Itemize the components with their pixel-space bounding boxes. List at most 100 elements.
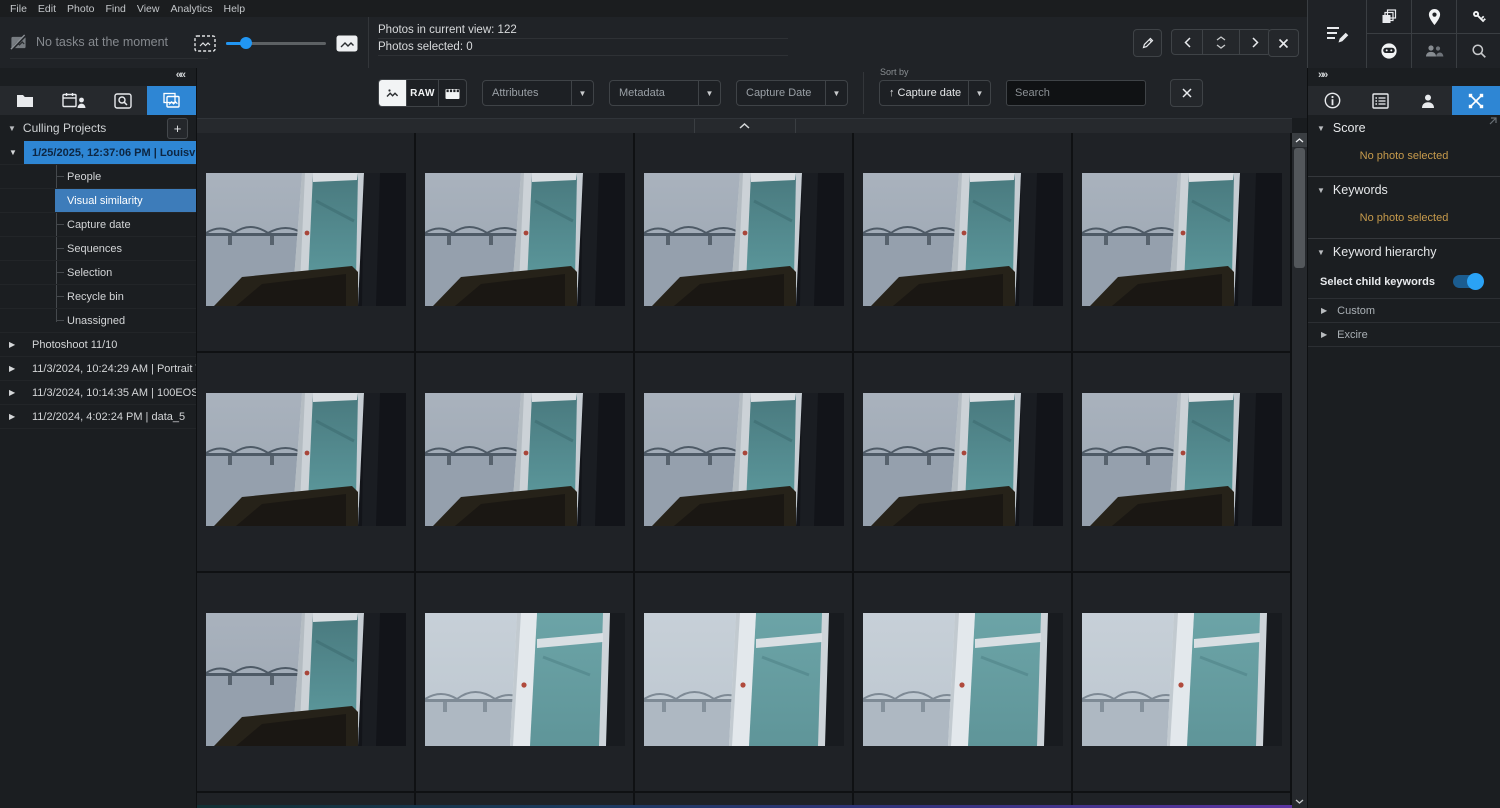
- people-button[interactable]: [1411, 34, 1456, 68]
- photo-thumbnail[interactable]: [1082, 613, 1282, 746]
- chevron-down-icon[interactable]: ▼: [968, 81, 990, 105]
- filter-images-button[interactable]: [379, 80, 406, 106]
- clear-filter-button[interactable]: [1170, 79, 1203, 107]
- menu-item[interactable]: Find: [105, 3, 125, 15]
- tab-similarity[interactable]: [1452, 86, 1500, 115]
- score-section-header[interactable]: ▼ Score: [1308, 115, 1500, 141]
- tree-project[interactable]: ▶ 11/3/2024, 10:14:35 AM | 100EOS_R: [0, 381, 196, 405]
- photo-thumbnail[interactable]: [644, 173, 844, 306]
- photo-thumbnail[interactable]: [206, 393, 406, 526]
- nav-next-button[interactable]: [1240, 30, 1270, 54]
- scroll-down-button[interactable]: [1292, 794, 1307, 808]
- photo-cell[interactable]: [854, 133, 1073, 353]
- tree-item[interactable]: Selection: [0, 261, 196, 285]
- tab-folders[interactable]: [0, 86, 49, 115]
- tree-item[interactable]: Unassigned: [0, 309, 196, 333]
- chevron-right-icon[interactable]: ▶: [1321, 330, 1327, 339]
- metadata-dropdown[interactable]: Metadata ▼: [609, 80, 721, 106]
- thumb-large-icon[interactable]: [336, 35, 358, 52]
- attributes-dropdown[interactable]: Attributes ▼: [482, 80, 594, 106]
- collapse-filterbar-button[interactable]: [694, 119, 796, 133]
- keyword-hierarchy-header[interactable]: ▼ Keyword hierarchy: [1308, 239, 1500, 265]
- ai-assistant-button[interactable]: [1366, 34, 1411, 68]
- location-button[interactable]: [1411, 0, 1456, 34]
- edit-button[interactable]: [1133, 29, 1162, 57]
- photo-thumbnail[interactable]: [863, 393, 1063, 526]
- photo-thumbnail[interactable]: [1082, 393, 1282, 526]
- notes-edit-button[interactable]: [1308, 0, 1366, 68]
- slider-knob[interactable]: [240, 37, 252, 49]
- photo-cell[interactable]: [1073, 573, 1292, 793]
- chevron-down-icon[interactable]: ▼: [1317, 248, 1325, 257]
- collapse-right-icon[interactable]: »»: [1318, 69, 1326, 81]
- tab-info[interactable]: [1308, 86, 1356, 115]
- photo-thumbnail[interactable]: [206, 613, 406, 746]
- photo-cell[interactable]: [635, 573, 854, 793]
- scroll-up-button[interactable]: [1292, 133, 1307, 147]
- photo-cell[interactable]: [416, 133, 635, 353]
- chevron-right-icon[interactable]: ▶: [0, 412, 24, 421]
- tree-item[interactable]: Sequences: [0, 237, 196, 261]
- keyword-hierarchy-item[interactable]: ▶ Custom: [1308, 298, 1500, 322]
- photo-thumbnail[interactable]: [425, 393, 625, 526]
- menu-item[interactable]: Edit: [38, 3, 56, 15]
- photo-cell[interactable]: [1073, 133, 1292, 353]
- photo-cell[interactable]: [635, 133, 854, 353]
- close-view-button[interactable]: [1268, 29, 1299, 57]
- chevron-down-icon[interactable]: ▼: [1317, 186, 1325, 195]
- search-input[interactable]: [1006, 80, 1146, 106]
- chevron-down-icon[interactable]: ▼: [8, 124, 16, 133]
- chevron-right-icon[interactable]: ▶: [0, 340, 24, 349]
- keyword-hierarchy-item[interactable]: ▶ Excire: [1308, 322, 1500, 347]
- tab-metadata-table[interactable]: [1356, 86, 1404, 115]
- nav-updown-button[interactable]: [1202, 30, 1240, 54]
- chevron-down-icon[interactable]: ▼: [825, 81, 847, 105]
- photo-thumbnail[interactable]: [644, 393, 844, 526]
- nav-prev-button[interactable]: [1172, 30, 1202, 54]
- chevron-right-icon[interactable]: ▶: [0, 364, 24, 373]
- photo-cell[interactable]: [416, 573, 635, 793]
- filter-raw-button[interactable]: RAW: [406, 80, 438, 106]
- toggle-knob[interactable]: [1467, 273, 1484, 290]
- photo-thumbnail[interactable]: [1082, 173, 1282, 306]
- menu-item[interactable]: File: [10, 3, 27, 15]
- keywords-button[interactable]: [1456, 0, 1500, 34]
- photo-thumbnail[interactable]: [863, 613, 1063, 746]
- chevron-right-icon[interactable]: ▶: [0, 388, 24, 397]
- grid-scrollbar[interactable]: [1292, 133, 1307, 808]
- photo-cell[interactable]: [854, 573, 1073, 793]
- photo-cell[interactable]: [1073, 353, 1292, 573]
- thumbnail-size-slider[interactable]: [226, 37, 326, 49]
- collapse-left-icon[interactable]: ««: [176, 69, 184, 81]
- sort-dropdown[interactable]: ↑ Capture date ▼: [879, 80, 991, 106]
- chevron-right-icon[interactable]: ▶: [1321, 306, 1327, 315]
- tab-people[interactable]: [1404, 86, 1452, 115]
- photo-thumbnail[interactable]: [425, 613, 625, 746]
- menu-item[interactable]: Photo: [67, 3, 94, 15]
- photo-thumbnail[interactable]: [206, 173, 406, 306]
- menu-item[interactable]: Help: [224, 3, 246, 15]
- menu-item[interactable]: View: [137, 3, 160, 15]
- tree-project[interactable]: ▶ 11/2/2024, 4:02:24 PM | data_5: [0, 405, 196, 429]
- chevron-down-icon[interactable]: ▼: [571, 81, 593, 105]
- add-project-button[interactable]: +: [167, 118, 188, 139]
- tree-item[interactable]: Recycle bin: [0, 285, 196, 309]
- menu-item[interactable]: Analytics: [170, 3, 212, 15]
- tree-project[interactable]: ▶ 11/3/2024, 10:24:29 AM | Portrait Test: [0, 357, 196, 381]
- tree-project[interactable]: ▶ Photoshoot 11/10: [0, 333, 196, 357]
- photo-cell[interactable]: [416, 353, 635, 573]
- scrollbar-thumb[interactable]: [1294, 148, 1305, 268]
- chevron-down-icon[interactable]: ▼: [698, 81, 720, 105]
- photo-thumbnail[interactable]: [863, 173, 1063, 306]
- photo-cell[interactable]: [854, 353, 1073, 573]
- tab-search[interactable]: [98, 86, 147, 115]
- photo-cell[interactable]: [197, 573, 416, 793]
- tab-photos[interactable]: [147, 86, 196, 115]
- tree-item[interactable]: Visual similarity: [0, 189, 196, 213]
- photo-cell[interactable]: [197, 133, 416, 353]
- chevron-down-icon[interactable]: ▼: [1317, 124, 1325, 133]
- select-child-keywords-toggle[interactable]: [1453, 275, 1483, 288]
- keywords-section-header[interactable]: ▼ Keywords: [1308, 177, 1500, 203]
- search-button[interactable]: [1456, 34, 1500, 68]
- duplicates-button[interactable]: [1366, 0, 1411, 34]
